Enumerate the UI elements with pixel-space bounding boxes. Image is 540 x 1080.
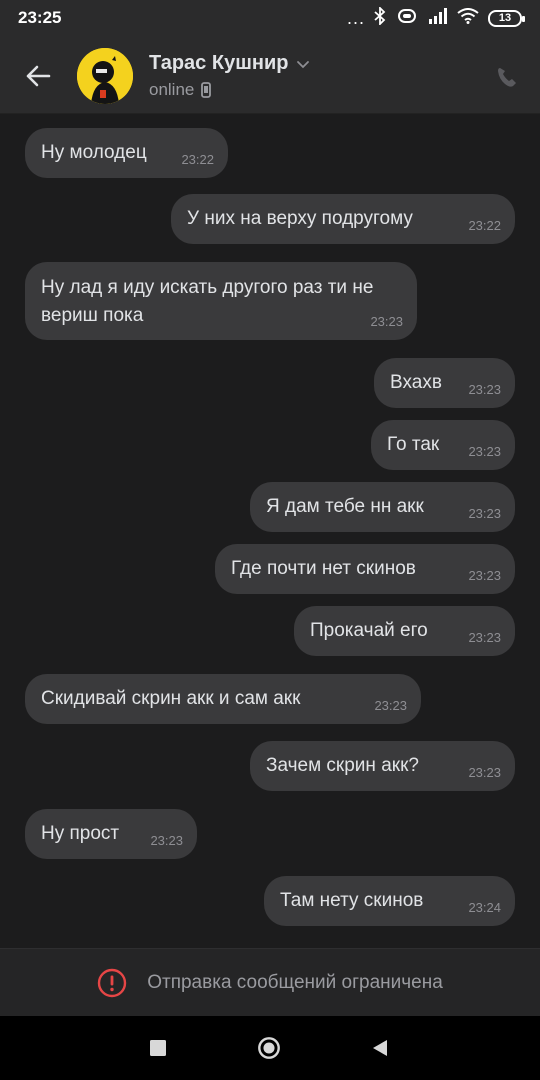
message-bubble-outgoing[interactable]: Зачем скрин акк? 23:23 [250, 741, 515, 791]
message-text: Ну лад я иду искать другого раз ти не ве… [41, 277, 374, 326]
status-label: online [149, 80, 195, 99]
message-text: Скидивай скрин акк и сам акк [41, 688, 301, 709]
message-time: 23:23 [468, 506, 501, 521]
call-button[interactable] [492, 62, 522, 92]
square-icon [150, 1040, 166, 1056]
chevron-down-icon[interactable] [296, 59, 310, 69]
message-text: Я дам тебе нн акк [266, 496, 424, 517]
message-list[interactable]: Ну молодец 23:22 У них на верху подругом… [0, 114, 540, 948]
message-time: 23:23 [468, 382, 501, 397]
warning-circle-icon [98, 968, 127, 997]
message-text: У них на верху подругому [187, 208, 413, 229]
message-bubble-outgoing[interactable]: Вхахв 23:23 [374, 358, 515, 408]
signal-icon [428, 7, 448, 29]
message-time: 23:23 [374, 698, 407, 713]
message-bubble-incoming[interactable]: Ну лад я иду искать другого раз ти не ве… [25, 262, 417, 340]
home-button[interactable] [257, 1036, 281, 1060]
chat-header: Тарас Кушнир online [0, 36, 540, 114]
back-nav-button[interactable] [368, 1036, 392, 1060]
message-bubble-outgoing[interactable]: Там нету скинов 23:24 [264, 876, 515, 926]
phone-icon [498, 68, 516, 87]
contact-name[interactable]: Тарас Кушнир [149, 52, 310, 75]
recent-apps-button[interactable] [146, 1036, 170, 1060]
message-bubble-incoming[interactable]: Скидивай скрин акк и сам акк 23:23 [25, 674, 421, 724]
contact-name-label: Тарас Кушнир [149, 52, 289, 74]
message-bubble-incoming[interactable]: Ну прост 23:23 [25, 809, 197, 859]
message-time: 23:22 [181, 152, 214, 167]
status-icons: ... 13 [346, 5, 525, 30]
back-button[interactable] [20, 58, 56, 94]
message-time: 23:23 [150, 833, 183, 848]
arrow-left-icon [26, 65, 51, 87]
system-navigation-bar [0, 1016, 540, 1080]
more-notifications-icon: ... [346, 8, 365, 28]
message-text: Там нету скинов [280, 890, 424, 911]
message-text: Где почти нет скинов [231, 558, 416, 579]
message-bubble-outgoing[interactable]: Прокачай его 23:23 [294, 606, 515, 656]
message-bubble-outgoing[interactable]: Я дам тебе нн акк 23:23 [250, 482, 515, 532]
wifi-icon [457, 7, 479, 29]
message-text: Зачем скрин акк? [266, 755, 419, 776]
message-time: 23:23 [468, 444, 501, 459]
vibrate-icon [395, 8, 419, 29]
mobile-online-icon [201, 82, 212, 98]
message-time: 23:23 [370, 314, 403, 329]
contact-status: online [149, 80, 212, 100]
message-time: 23:23 [468, 765, 501, 780]
home-circle-icon [258, 1037, 280, 1059]
message-time: 23:23 [468, 630, 501, 645]
avatar[interactable] [77, 48, 133, 104]
status-time: 23:25 [18, 8, 62, 27]
restriction-notice: Отправка сообщений ограничена [147, 971, 443, 993]
messaging-restricted-bar: Отправка сообщений ограничена [0, 948, 540, 1016]
message-time: 23:23 [468, 568, 501, 583]
message-time: 23:22 [468, 218, 501, 233]
message-bubble-outgoing[interactable]: У них на верху подругому 23:22 [171, 194, 515, 244]
triangle-back-icon [373, 1040, 387, 1056]
message-time: 23:24 [468, 900, 501, 915]
message-bubble-outgoing[interactable]: Где почти нет скинов 23:23 [215, 544, 515, 594]
message-bubble-outgoing[interactable]: Го так 23:23 [371, 420, 515, 470]
bluetooth-icon [374, 5, 386, 30]
avatar-image [77, 48, 133, 104]
message-bubble-incoming[interactable]: Ну молодец 23:22 [25, 128, 228, 178]
status-bar: 23:25 ... 13 [0, 0, 540, 36]
battery-icon: 13 [488, 9, 525, 27]
